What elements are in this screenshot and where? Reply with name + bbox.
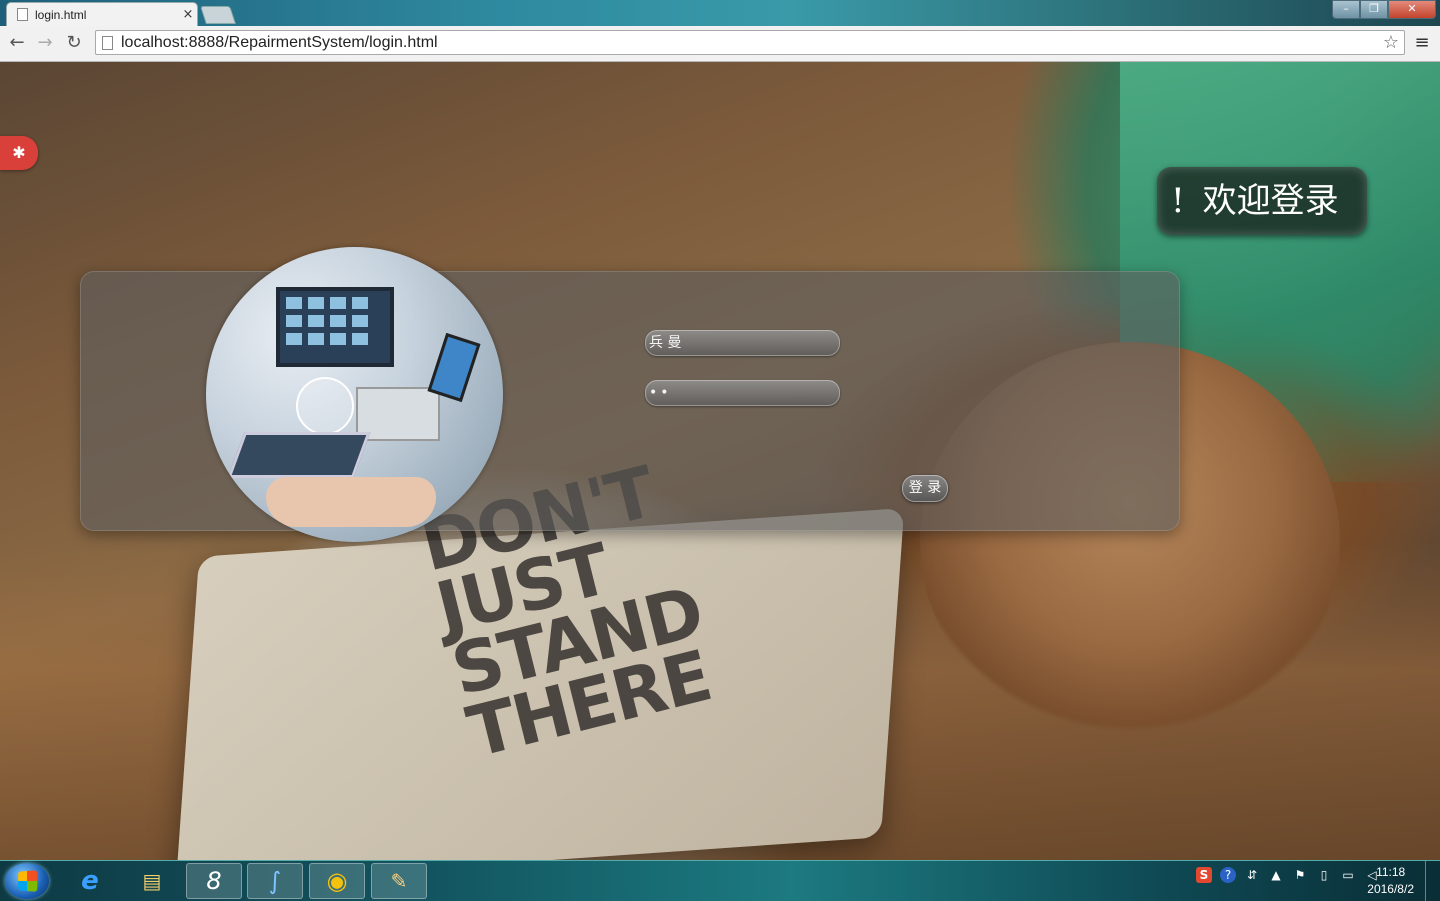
page-icon <box>17 8 28 21</box>
paint-taskbar-icon[interactable]: ✎ <box>371 863 427 899</box>
password-input[interactable] <box>645 380 840 406</box>
ie-taskbar-icon[interactable]: e <box>62 863 118 899</box>
tray-expand-icon[interactable]: ▲ <box>1268 867 1284 883</box>
window-controls: – ❐ ✕ <box>1332 0 1436 19</box>
hand-graphic <box>266 477 436 527</box>
minimize-button[interactable]: – <box>1332 0 1360 19</box>
tab-title: login.html <box>35 7 87 22</box>
mysql-taskbar-icon[interactable]: ∫ <box>247 863 303 899</box>
url-text[interactable]: localhost:8888/RepairmentSystem/login.ht… <box>121 34 1378 52</box>
address-bar[interactable]: localhost:8888/RepairmentSystem/login.ht… <box>95 30 1405 55</box>
reload-icon[interactable]: ↻ <box>63 33 85 53</box>
username-input[interactable] <box>645 330 840 356</box>
close-window-button[interactable]: ✕ <box>1388 0 1436 19</box>
network-icon[interactable]: ▭ <box>1340 867 1356 883</box>
phone-graphic <box>427 332 481 403</box>
tablet-graphic <box>227 432 371 478</box>
tab-login[interactable]: login.html × <box>6 2 198 26</box>
maximize-button[interactable]: ❐ <box>1360 0 1388 19</box>
taskbar-clock[interactable]: 11:18 2016/8/2 <box>1367 864 1414 898</box>
page-viewport: DON'T JUST STAND THERE ✱ !欢迎登录 登 录 <box>0 62 1440 860</box>
ime-mode-icon[interactable]: ⇵ <box>1244 867 1260 883</box>
start-button[interactable] <box>5 863 49 899</box>
forward-arrow-icon[interactable]: → <box>34 33 56 53</box>
eclipse-taskbar-icon[interactable]: 8 <box>186 863 242 899</box>
browser-toolbar: ← → ↻ localhost:8888/RepairmentSystem/lo… <box>0 26 1440 62</box>
new-tab-button[interactable] <box>200 6 236 24</box>
action-center-flag-icon[interactable]: ⚑ <box>1292 867 1308 883</box>
settings-gear-icon[interactable]: ✱ <box>0 136 38 170</box>
chrome-menu-icon[interactable]: ≡ <box>1412 32 1432 54</box>
globe-graphic <box>296 377 354 435</box>
welcome-title: 欢迎登录 <box>1202 181 1339 221</box>
monitor-graphic <box>276 287 394 367</box>
system-tray: S ? ⇵ ▲ ⚑ ▯ ▭ ◁ <box>1196 867 1380 883</box>
page-icon <box>102 35 113 50</box>
windows-logo-icon <box>18 870 38 892</box>
login-button[interactable]: 登 录 <box>902 475 948 502</box>
device-icon[interactable]: ▯ <box>1316 867 1332 883</box>
windows-taskbar: e ▤ 8 ∫ ◉ ✎ S ? ⇵ ▲ ⚑ ▯ ▭ ◁ 11:18 2016/8… <box>0 860 1440 901</box>
tab-strip: login.html × – ❐ ✕ <box>0 0 1440 26</box>
welcome-banner: ! 欢迎登录 <box>1157 167 1367 235</box>
tab-close-icon[interactable]: × <box>179 7 197 22</box>
welcome-exclamation: ! <box>1171 181 1185 221</box>
sogou-ime-icon[interactable]: S <box>1196 867 1212 883</box>
explorer-taskbar-icon[interactable]: ▤ <box>124 863 180 899</box>
hero-illustration <box>206 247 503 542</box>
clock-time: 11:18 <box>1376 865 1406 879</box>
bookmark-star-icon[interactable]: ☆ <box>1378 32 1404 53</box>
chrome-taskbar-icon[interactable]: ◉ <box>309 863 365 899</box>
clock-date: 2016/8/2 <box>1367 882 1414 896</box>
help-icon[interactable]: ? <box>1220 867 1236 883</box>
show-desktop-button[interactable] <box>1425 861 1440 901</box>
back-arrow-icon[interactable]: ← <box>6 33 28 53</box>
